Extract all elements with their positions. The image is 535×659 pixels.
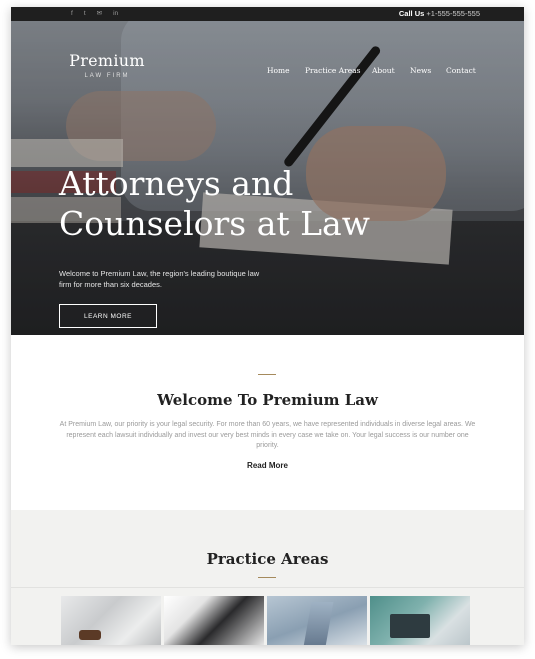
hero-headline-line-2: Counselors at Law xyxy=(59,204,370,243)
practice-areas-title: Practice Areas xyxy=(206,550,329,568)
practice-areas-section: Practice Areas xyxy=(11,510,524,645)
practice-card-image[interactable] xyxy=(370,596,470,645)
logo-name: Premium xyxy=(69,51,145,70)
nav-item-news[interactable]: News xyxy=(410,66,431,75)
section-divider xyxy=(258,577,276,578)
hero-headline-line-1: Attorneys and xyxy=(59,164,294,203)
hero-section: Premium LAW FIRM Home Practice Areas Abo… xyxy=(11,21,524,335)
hero-text: Welcome to Premium Law, the region's lea… xyxy=(59,269,260,289)
welcome-section: Welcome To Premium Law At Premium Law, o… xyxy=(11,335,524,510)
site-logo[interactable]: Premium LAW FIRM xyxy=(62,51,152,79)
section-divider xyxy=(258,374,276,375)
linkedin-icon[interactable]: in xyxy=(113,7,118,21)
learn-more-button[interactable]: LEARN MORE xyxy=(59,304,157,328)
social-links: f t ✉ in xyxy=(71,7,118,21)
practice-card-image[interactable] xyxy=(61,596,161,645)
nav-item-practice-areas[interactable]: Practice Areas xyxy=(305,66,361,75)
phone-number[interactable]: +1-555-555-555 xyxy=(426,9,480,18)
welcome-title: Welcome To Premium Law xyxy=(157,391,378,409)
twitter-icon[interactable]: t xyxy=(84,7,86,21)
nav-item-home[interactable]: Home xyxy=(267,66,290,75)
laptop-image xyxy=(390,614,430,638)
practice-cards xyxy=(61,596,473,645)
call-us-label: Call Us xyxy=(398,9,425,18)
top-bar: f t ✉ in Call Us +1-555-555-555 xyxy=(11,7,524,21)
practice-card-image[interactable] xyxy=(267,596,367,645)
hero-headline: Attorneys and Counselors at Law xyxy=(59,164,419,244)
nav-item-about[interactable]: About xyxy=(372,66,395,75)
practice-card-image[interactable] xyxy=(164,596,264,645)
browser-frame: f t ✉ in Call Us +1-555-555-555 Premium … xyxy=(11,7,524,645)
mail-icon[interactable]: ✉ xyxy=(97,7,102,21)
gavel-image xyxy=(79,630,101,640)
building-image xyxy=(302,602,334,645)
call-us: Call Us +1-555-555-555 xyxy=(399,7,480,21)
welcome-body: At Premium Law, our priority is your leg… xyxy=(59,421,476,449)
section-separator xyxy=(11,587,524,588)
read-more-link[interactable]: Read More xyxy=(11,461,524,470)
logo-subtitle: LAW FIRM xyxy=(84,73,130,79)
nav-item-contact[interactable]: Contact xyxy=(446,66,476,75)
facebook-icon[interactable]: f xyxy=(71,7,73,21)
